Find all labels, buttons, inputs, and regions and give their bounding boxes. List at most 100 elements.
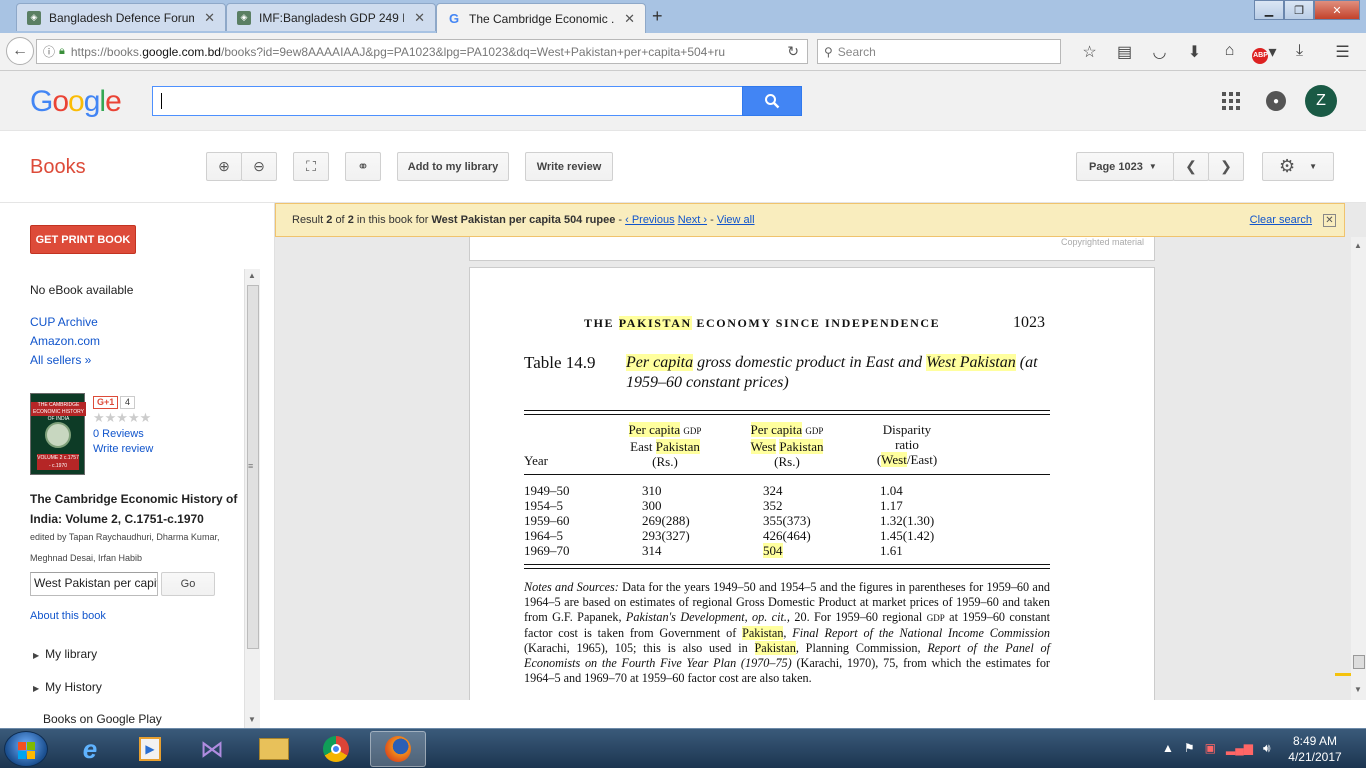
chevron-left-icon: ❮ bbox=[1185, 158, 1197, 174]
tab-bangladesh-defence-forum[interactable]: ◈ Bangladesh Defence Forum ✕ bbox=[16, 3, 226, 31]
internet-explorer-taskbar-button[interactable]: e bbox=[62, 731, 118, 767]
chrome-taskbar-button[interactable] bbox=[308, 731, 364, 767]
search-hit-marker bbox=[1335, 673, 1351, 676]
books-title[interactable]: Books bbox=[30, 156, 86, 179]
bookmark-star-icon[interactable]: ☆ bbox=[1072, 42, 1107, 64]
browser-toolbar: ← ⓘ 🔒︎ https://books. google.com.bd/books… bbox=[0, 33, 1366, 71]
volume-icon[interactable]: 🔊︎ bbox=[1263, 741, 1271, 756]
download-arrow-icon[interactable]: ⬇ bbox=[1177, 42, 1212, 64]
minimize-icon[interactable]: ▁ bbox=[1254, 0, 1284, 20]
chrome-icon bbox=[323, 736, 349, 762]
highlighted-value: 504 bbox=[763, 543, 783, 558]
close-tab-icon[interactable]: ✕ bbox=[204, 10, 215, 26]
apps-grid-icon[interactable] bbox=[1222, 92, 1240, 110]
home-icon[interactable]: ⌂ bbox=[1212, 42, 1247, 64]
info-icon[interactable]: ⓘ bbox=[43, 43, 55, 60]
viewer-scrollbar[interactable]: ▲ ▼ bbox=[1335, 237, 1366, 700]
downloads-icon[interactable]: ⤓ bbox=[1282, 42, 1317, 64]
sidebar-item-my-history[interactable]: ▶ My History bbox=[33, 680, 102, 694]
start-button[interactable] bbox=[4, 731, 48, 767]
back-arrow-icon[interactable]: ← bbox=[6, 37, 34, 65]
page-select-dropdown[interactable]: Page 1023 ▼ bbox=[1076, 152, 1174, 181]
show-hidden-icons-icon[interactable]: ▲ bbox=[1162, 741, 1174, 756]
scroll-down-icon[interactable]: ▼ bbox=[1354, 685, 1362, 694]
seller-link-amazon[interactable]: Amazon.com bbox=[30, 334, 100, 348]
google-logo[interactable]: Google bbox=[30, 85, 122, 119]
reviews-link[interactable]: 0 Reviews bbox=[93, 428, 144, 440]
tab-title: IMF:Bangladesh GDP 249 B... bbox=[259, 10, 405, 25]
forum-favicon-icon: ◈ bbox=[27, 10, 41, 25]
zoom-in-button[interactable]: ⊕ bbox=[206, 152, 242, 181]
previous-result-link[interactable]: ‹ Previous bbox=[625, 214, 675, 226]
sidebar-item-my-library[interactable]: ▶ My library bbox=[33, 647, 97, 661]
file-explorer-taskbar-button[interactable] bbox=[246, 731, 302, 767]
copyright-footer: Copyrighted material bbox=[1060, 237, 1144, 247]
seller-link-cup[interactable]: CUP Archive bbox=[30, 315, 98, 329]
gplus-button[interactable]: G+1 bbox=[93, 396, 119, 409]
col-header-year: Year bbox=[524, 453, 548, 468]
notifications-icon[interactable]: ● bbox=[1266, 91, 1286, 111]
next-page-button[interactable]: ❯ bbox=[1208, 152, 1244, 181]
close-tab-icon[interactable]: ✕ bbox=[414, 10, 425, 26]
search-in-book-input[interactable]: West Pakistan per capita 504 rupee bbox=[30, 572, 158, 596]
previous-page-button[interactable]: ❮ bbox=[1173, 152, 1209, 181]
url-scheme: https://books. bbox=[70, 44, 143, 59]
new-tab-button[interactable]: + bbox=[652, 6, 663, 27]
adblock-icon[interactable]: ABP▾ bbox=[1247, 42, 1282, 64]
next-result-link[interactable]: Next › bbox=[678, 214, 707, 226]
clear-search-link[interactable]: Clear search bbox=[1250, 214, 1312, 226]
scroll-up-icon[interactable]: ▲ bbox=[248, 271, 256, 280]
power-status-icon[interactable]: ▣ bbox=[1205, 741, 1216, 756]
lock-icon: 🔒︎ bbox=[59, 45, 65, 57]
pocket-icon[interactable]: ◡ bbox=[1142, 42, 1177, 64]
media-player-taskbar-button[interactable]: ▶ bbox=[122, 731, 178, 767]
reading-list-icon[interactable]: ▤ bbox=[1107, 42, 1142, 64]
scrollbar-thumb[interactable] bbox=[1353, 655, 1365, 669]
firefox-taskbar-button[interactable] bbox=[370, 731, 426, 767]
table-caption: Table 14.9 bbox=[524, 353, 596, 372]
search-placeholder: Search bbox=[837, 44, 876, 59]
close-icon[interactable]: ✕ bbox=[1323, 214, 1336, 227]
tab-imf-bangladesh-gdp[interactable]: ◈ IMF:Bangladesh GDP 249 B... ✕ bbox=[226, 3, 436, 31]
restore-icon[interactable]: ❐ bbox=[1284, 0, 1314, 20]
book-cover-thumbnail[interactable]: THE CAMBRIDGE ECONOMIC HISTORY OF INDIA … bbox=[30, 393, 86, 475]
table-bottom-rule-2 bbox=[524, 568, 1050, 569]
sidebar-scrollbar[interactable]: ▲ ≡ ▼ bbox=[244, 269, 260, 728]
sidebar-item-books-on-google-play[interactable]: Books on Google Play bbox=[43, 712, 162, 726]
write-review-button[interactable]: Write review bbox=[525, 152, 613, 181]
address-bar[interactable]: ⓘ 🔒︎ https://books. google.com.bd/books?i… bbox=[36, 39, 808, 64]
chevron-down-icon: ▼ bbox=[1148, 162, 1157, 171]
browser-search-input[interactable]: ⚲ Search bbox=[817, 39, 1061, 64]
hamburger-menu-icon[interactable]: ☰ bbox=[1325, 42, 1360, 64]
close-tab-icon[interactable]: ✕ bbox=[624, 11, 635, 27]
internet-explorer-icon: e bbox=[82, 733, 98, 764]
no-ebook-label: No eBook available bbox=[30, 283, 134, 297]
search-in-book-go-button[interactable]: Go bbox=[161, 572, 215, 596]
zoom-out-button[interactable]: ⊖ bbox=[241, 152, 277, 181]
sidebar-write-review-link[interactable]: Write review bbox=[93, 443, 153, 455]
google-search-button[interactable] bbox=[742, 86, 802, 116]
add-to-library-button[interactable]: Add to my library bbox=[397, 152, 509, 181]
visual-studio-taskbar-button[interactable]: ⋈ bbox=[184, 731, 240, 767]
link-button[interactable]: ⚭ bbox=[345, 152, 381, 181]
fullscreen-icon: ⛶ bbox=[306, 158, 316, 174]
action-center-flag-icon[interactable]: ⚑ bbox=[1184, 741, 1195, 756]
scroll-up-icon[interactable]: ▲ bbox=[1354, 241, 1362, 250]
gear-icon: ⚙ bbox=[1278, 156, 1296, 176]
book-sidebar: GET PRINT BOOK No eBook available CUP Ar… bbox=[0, 203, 260, 728]
about-this-book-link[interactable]: About this book bbox=[30, 610, 106, 622]
taskbar-clock[interactable]: 8:49 AM 4/21/2017 bbox=[1282, 733, 1348, 765]
tab-cambridge-economic[interactable]: G The Cambridge Economic ... ✕ bbox=[436, 3, 646, 33]
network-signal-icon[interactable]: ▂▄▆ bbox=[1226, 741, 1253, 756]
avatar[interactable]: Z bbox=[1305, 85, 1337, 117]
reload-icon[interactable]: ↻ bbox=[787, 43, 799, 60]
view-all-link[interactable]: View all bbox=[717, 214, 755, 226]
zoom-in-icon: ⊕ bbox=[218, 158, 230, 174]
get-print-book-button[interactable]: GET PRINT BOOK bbox=[30, 225, 136, 254]
google-search-input[interactable] bbox=[152, 86, 744, 116]
scroll-down-icon[interactable]: ▼ bbox=[248, 715, 256, 724]
window-close-icon[interactable]: ✕ bbox=[1314, 0, 1360, 20]
all-sellers-link[interactable]: All sellers » bbox=[30, 353, 91, 367]
settings-button[interactable]: ⚙ ▼ bbox=[1262, 152, 1334, 181]
fullscreen-button[interactable]: ⛶ bbox=[293, 152, 329, 181]
